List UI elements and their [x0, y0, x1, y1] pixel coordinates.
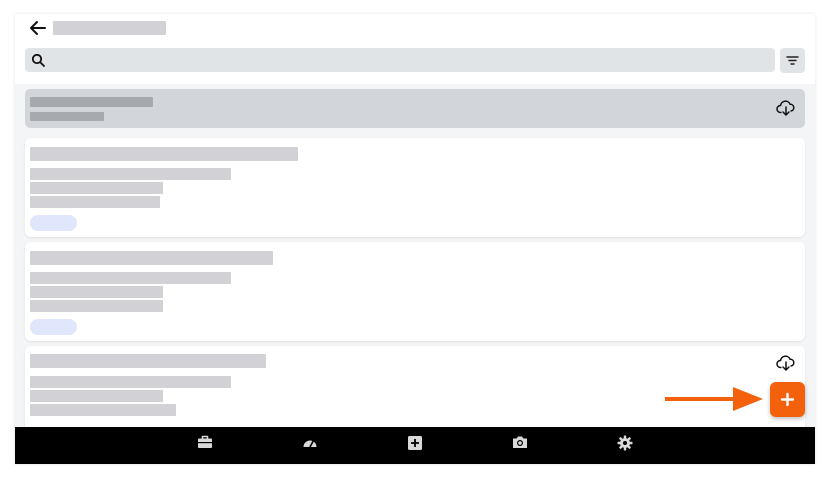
status-badge: [30, 215, 77, 231]
item-line-placeholder: [30, 168, 231, 180]
cloud-download-icon: [776, 355, 795, 371]
add-button[interactable]: [770, 382, 805, 417]
list-item[interactable]: [25, 138, 805, 237]
item-line-placeholder: [30, 272, 231, 284]
page-title: [53, 21, 166, 35]
item-line-placeholder: [30, 390, 163, 402]
camera-icon: [513, 436, 527, 448]
list-item[interactable]: [25, 242, 805, 341]
filter-button[interactable]: [780, 48, 805, 73]
briefcase-icon: [198, 435, 212, 448]
sync-banner[interactable]: [25, 89, 805, 128]
bottom-nav: [15, 427, 815, 464]
item-line-placeholder: [30, 182, 163, 194]
item-title-placeholder: [30, 251, 273, 265]
nav-projects[interactable]: [190, 431, 220, 455]
sync-title-placeholder: [30, 97, 153, 107]
item-title-placeholder: [30, 147, 298, 161]
filter-icon: [786, 56, 799, 65]
arrow-left-icon: [30, 21, 46, 35]
nav-create[interactable]: [400, 431, 430, 455]
item-line-placeholder: [30, 300, 163, 312]
top-bar: [15, 14, 815, 84]
item-line-placeholder: [30, 404, 176, 416]
search-input[interactable]: [25, 48, 775, 72]
plus-square-icon: [408, 436, 422, 450]
app-frame: [0, 0, 830, 479]
item-line-placeholder: [30, 196, 160, 208]
item-line-placeholder: [30, 376, 231, 388]
gear-icon: [617, 435, 633, 451]
item-title-placeholder: [30, 354, 266, 368]
nav-settings[interactable]: [610, 431, 640, 455]
item-download-button[interactable]: [775, 352, 797, 374]
plus-icon: [780, 392, 795, 407]
speedometer-icon: [303, 439, 317, 448]
sync-subtitle-placeholder: [30, 112, 104, 121]
nav-camera[interactable]: [505, 431, 535, 455]
cloud-download-icon: [776, 100, 795, 116]
status-badge: [30, 319, 77, 335]
callout-arrow-icon: [665, 387, 763, 411]
search-icon: [31, 53, 45, 67]
sync-download-button[interactable]: [775, 97, 797, 119]
nav-dashboard[interactable]: [295, 431, 325, 455]
back-button[interactable]: [27, 17, 49, 39]
item-line-placeholder: [30, 286, 163, 298]
